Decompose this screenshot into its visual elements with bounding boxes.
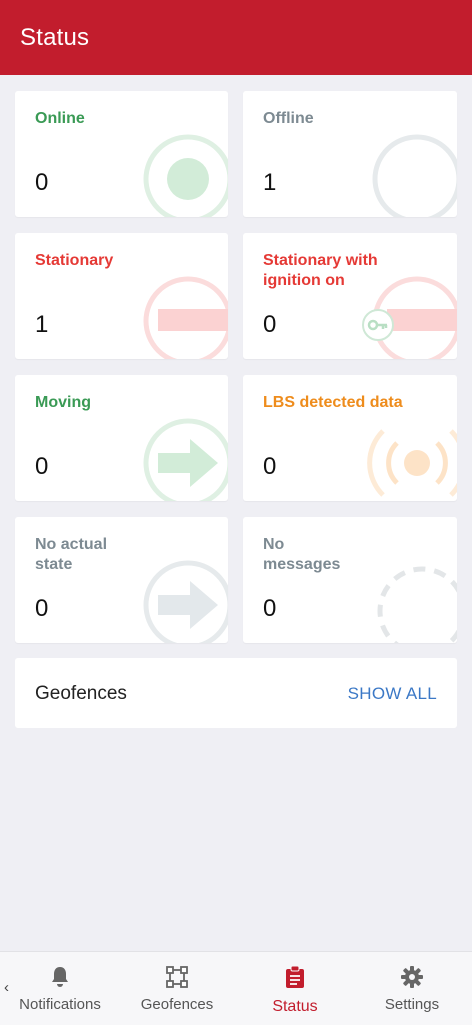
status-card-stationary-ignition[interactable]: Stationary with ignition on 0: [243, 233, 457, 359]
status-card-no-messages[interactable]: No messages 0: [243, 517, 457, 643]
show-all-button[interactable]: SHOW ALL: [348, 684, 437, 704]
lbs-signal-icon: [367, 429, 457, 497]
gear-icon: [401, 966, 423, 988]
status-card-offline[interactable]: Offline 1: [243, 91, 457, 217]
card-label: Moving: [35, 394, 91, 411]
card-label: Stationary: [35, 252, 114, 269]
card-count: 0: [263, 311, 277, 338]
card-label: Offline: [263, 110, 314, 127]
status-card-moving[interactable]: Moving 0: [15, 375, 228, 501]
offline-circle-icon: [372, 134, 457, 217]
nav-item-notifications[interactable]: Notifications: [10, 952, 110, 1025]
card-count: 0: [35, 595, 49, 622]
status-card-no-actual-state[interactable]: No actual state 0: [15, 517, 228, 643]
card-label: No actual state: [35, 536, 108, 573]
status-card-lbs[interactable]: LBS detected data 0: [243, 375, 457, 501]
page-title: Status: [20, 24, 90, 51]
card-count: 1: [35, 311, 49, 338]
nav-item-status[interactable]: Status: [245, 952, 345, 1025]
nav-item-settings[interactable]: Settings: [362, 952, 462, 1025]
bell-icon: [52, 967, 68, 987]
status-card-online[interactable]: Online 0: [15, 91, 228, 217]
nav-label: Notifications: [19, 996, 101, 1013]
back-chevron-icon[interactable]: ‹: [4, 979, 9, 996]
geofences-title: Geofences: [35, 683, 127, 704]
card-label: LBS detected data: [263, 394, 403, 411]
card-label: Online: [35, 110, 85, 127]
nav-label: Settings: [384, 996, 440, 1013]
card-label: No messages: [263, 536, 341, 573]
app-bar: Status: [0, 0, 472, 75]
online-dot-icon: [143, 134, 228, 217]
no-state-arrow-icon: [143, 560, 228, 643]
ignition-key-icon: [362, 309, 394, 341]
nav-item-geofences[interactable]: Geofences: [127, 952, 227, 1025]
status-card-stationary[interactable]: Stationary 1: [15, 233, 228, 359]
card-count: 0: [263, 453, 277, 480]
nav-label: Geofences: [140, 996, 214, 1013]
nav-label: Status: [272, 998, 318, 1015]
geofence-icon: [166, 966, 188, 988]
geofences-panel: Geofences SHOW ALL: [15, 658, 457, 728]
card-count: 0: [35, 453, 49, 480]
card-count: 1: [263, 169, 277, 196]
moving-arrow-icon: [143, 418, 228, 501]
card-count: 0: [263, 595, 277, 622]
bottom-navigation: ‹ Notifications Geofences Status Setting…: [0, 951, 472, 1025]
stationary-stop-icon: [143, 276, 228, 359]
no-messages-dashed-circle-icon: [377, 566, 457, 643]
card-count: 0: [35, 169, 49, 196]
clipboard-icon: [286, 966, 304, 988]
